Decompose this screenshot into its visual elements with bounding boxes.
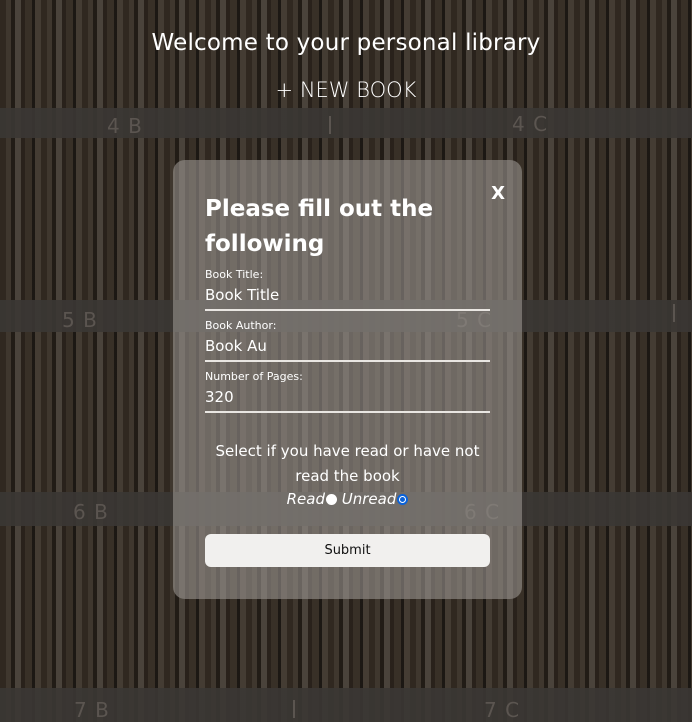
shelf-label: 6 B [73,500,109,524]
pages-field: Number of Pages: [205,370,490,413]
book-author-input[interactable] [205,336,490,362]
modal-title: Please fill out the following [205,196,434,257]
shelf-label: 4 C [512,112,549,136]
library-page: 4 B 4 C 5 B 5 C 6 B 6 C 7 B 7 C Welcome … [0,0,692,722]
read-question-text: Select if you have read or have not read… [215,442,480,485]
new-book-button[interactable]: + NEW BOOK [246,78,446,102]
shelf-label: 7 B [74,698,110,722]
book-title-label: Book Title: [205,268,264,281]
pages-input[interactable] [205,387,490,413]
read-option-label: Read [286,490,325,508]
read-radio[interactable] [325,493,337,505]
read-option[interactable]: Read [287,490,337,508]
read-status-radio-group: Read Unread [173,490,522,508]
unread-option-label: Unread [341,490,397,508]
shelf-divider [673,304,675,322]
submit-button[interactable]: Submit [205,534,490,567]
page-title: Welcome to your personal library [151,30,541,56]
book-title-field: Book Title: [205,268,490,311]
pages-label: Number of Pages: [205,370,303,383]
shelf-plank [0,108,692,138]
unread-radio[interactable] [397,493,409,505]
shelf-divider [329,116,331,134]
close-button[interactable]: X [491,183,505,204]
shelf-label: 5 B [62,308,98,332]
shelf-divider [293,700,295,718]
shelf-label: 4 B [107,114,143,138]
new-book-modal: X Please fill out the following Book Tit… [173,160,522,599]
book-title-input[interactable] [205,285,490,311]
book-author-field: Book Author: [205,319,490,362]
shelf-label: 7 C [484,698,521,722]
unread-option[interactable]: Unread [342,490,409,508]
book-author-label: Book Author: [205,319,277,332]
